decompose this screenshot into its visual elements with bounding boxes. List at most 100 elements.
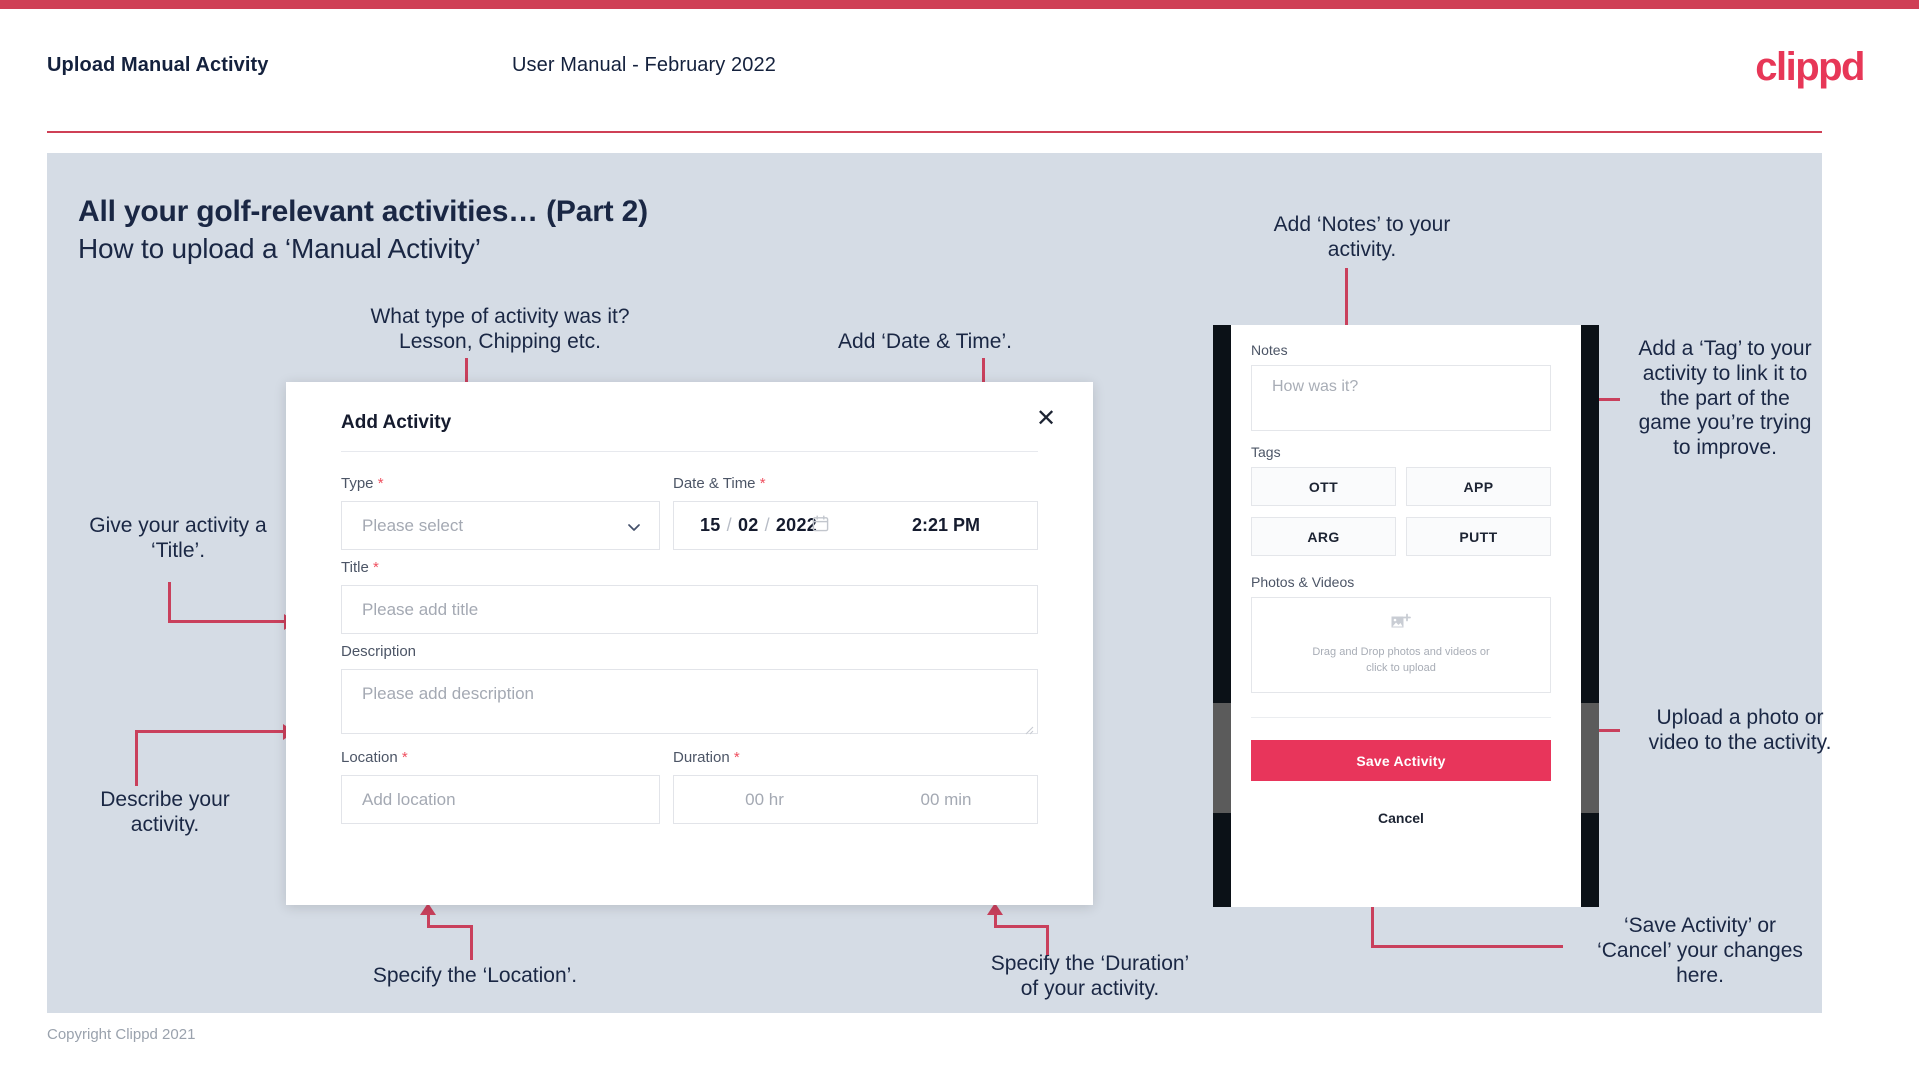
description-label-text: Description [341,643,417,660]
type-select[interactable]: Please select [341,501,660,550]
duration-hours-placeholder: 00 hr [745,789,784,809]
mobile-preview: Notes How was it? Tags OTT APP ARG PUTT … [1213,325,1599,907]
date-input[interactable]: 15 / 02 / 2022 [673,501,856,550]
connector-dur-v1 [1046,925,1049,955]
annotation-save-cancel: ‘Save Activity’ or ‘Cancel’ your changes h… [1597,914,1803,987]
annotation-title: Give your activity a ‘Title’. [89,514,267,562]
cancel-button[interactable]: Cancel [1251,810,1551,826]
calendar-icon[interactable] [812,515,829,537]
description-textarea[interactable]: Please add description [341,669,1038,735]
annotation-notes: Add ‘Notes’ to your activity. [1273,213,1451,261]
date-month: 02 [737,515,759,535]
type-required-marker: * [377,475,384,492]
connector-loc-h [427,925,473,928]
date-sep-1: / [726,515,732,535]
notes-textarea[interactable]: How was it? [1251,365,1551,431]
datetime-label: Date & Time * [673,475,766,492]
clippd-logo: clippd [1755,45,1865,89]
annotation-tags: Add a ‘Tag’ to your activity to link it t… [1638,337,1812,460]
location-input[interactable]: Add location [341,775,660,824]
phone-divider [1251,717,1551,718]
location-required-marker: * [401,749,408,766]
tag-button-app[interactable]: APP [1406,467,1551,506]
date-sep-2: / [764,515,770,535]
slide-title: All your golf-relevant activities… (Part… [78,195,648,228]
header-title: Upload Manual Activity [47,54,269,76]
type-label-text: Type [341,475,374,492]
dropzone-line-2: click to upload [1366,662,1436,674]
page-header: Upload Manual Activity User Manual - Feb… [0,9,1919,133]
description-placeholder: Please add description [362,684,535,703]
time-input[interactable]: 2:21 PM [855,501,1038,550]
copyright-text: Copyright Clippd 2021 [47,1026,196,1043]
phone-bezel-right-segment [1581,703,1599,813]
dialog-title: Add Activity [341,412,452,433]
tag-button-arg[interactable]: ARG [1251,517,1396,556]
header-divider [47,131,1822,133]
slide-subtitle: How to upload a ‘Manual Activity’ [78,233,481,264]
description-label: Description [341,643,416,660]
tag-label: OTT [1308,478,1339,495]
title-placeholder: Please add title [362,599,479,619]
resize-handle-icon[interactable] [1024,720,1034,735]
duration-label-text: Duration [673,749,730,766]
chevron-down-icon [627,519,641,533]
connector-dur-h [994,925,1049,928]
time-value: 2:21 PM [911,515,981,535]
annotation-location: Specify the ‘Location’. [372,964,578,987]
phone-bezel-left [1213,325,1231,907]
tag-label: ARG [1307,528,1340,545]
phone-bezel-left-segment [1213,703,1231,813]
title-label-text: Title [341,559,369,576]
duration-hours-input[interactable]: 00 hr [673,775,856,824]
date-day: 15 [700,515,721,535]
connector-loc-v2 [427,915,430,927]
tag-label: APP [1463,478,1494,495]
tag-button-putt[interactable]: PUTT [1406,517,1551,556]
annotation-description: Describe your activity. [100,788,230,836]
close-icon[interactable]: ✕ [1031,404,1061,434]
add-activity-dialog: Add Activity ✕ Type * Please select Date… [286,382,1093,905]
connector-title-h [168,620,286,623]
date-year: 2022 [775,515,818,535]
connector-loc-v1 [470,925,473,960]
title-input[interactable]: Please add title [341,585,1038,634]
annotation-datetime: Add ‘Date & Time’. [838,330,1012,353]
annotation-type: What type of activity was it? Lesson, Chi… [370,305,630,353]
dropzone-text: Drag and Drop photos and videos or click… [1312,645,1489,677]
title-required-marker: * [372,559,379,576]
dialog-divider [341,451,1038,452]
type-placeholder: Please select [362,515,464,535]
annotation-photos: Upload a photo or video to the activity. [1648,706,1832,754]
photos-label: Photos & Videos [1251,574,1355,590]
connector-title-v [168,582,171,622]
dropzone-line-1: Drag and Drop photos and videos or [1312,646,1490,659]
duration-minutes-placeholder: 00 min [920,789,972,809]
duration-label: Duration * [673,749,740,766]
phone-bezel-right [1581,325,1599,907]
duration-minutes-input[interactable]: 00 min [855,775,1038,824]
add-image-icon [1390,613,1412,638]
connector-save-h [1371,945,1563,948]
notes-placeholder: How was it? [1272,378,1359,395]
photo-upload-dropzone[interactable]: Drag and Drop photos and videos or click… [1251,597,1551,693]
type-label: Type * [341,475,384,492]
tag-button-ott[interactable]: OTT [1251,467,1396,506]
notes-label: Notes [1251,342,1288,358]
location-label: Location * [341,749,408,766]
datetime-label-text: Date & Time [673,475,756,492]
datetime-required-marker: * [759,475,766,492]
annotation-duration: Specify the ‘Duration’ of your activity. [990,952,1190,1000]
save-activity-label: Save Activity [1356,752,1446,769]
connector-dur-v2 [994,915,997,927]
phone-screen: Notes How was it? Tags OTT APP ARG PUTT … [1231,325,1581,907]
tag-label: PUTT [1459,528,1498,545]
location-label-text: Location [341,749,398,766]
title-label: Title * [341,559,379,576]
top-accent-bar [0,0,1919,9]
location-placeholder: Add location [362,789,456,809]
tags-label: Tags [1251,444,1281,460]
connector-desc-v [135,730,138,786]
connector-desc-h [135,730,285,733]
save-activity-button[interactable]: Save Activity [1251,740,1551,781]
